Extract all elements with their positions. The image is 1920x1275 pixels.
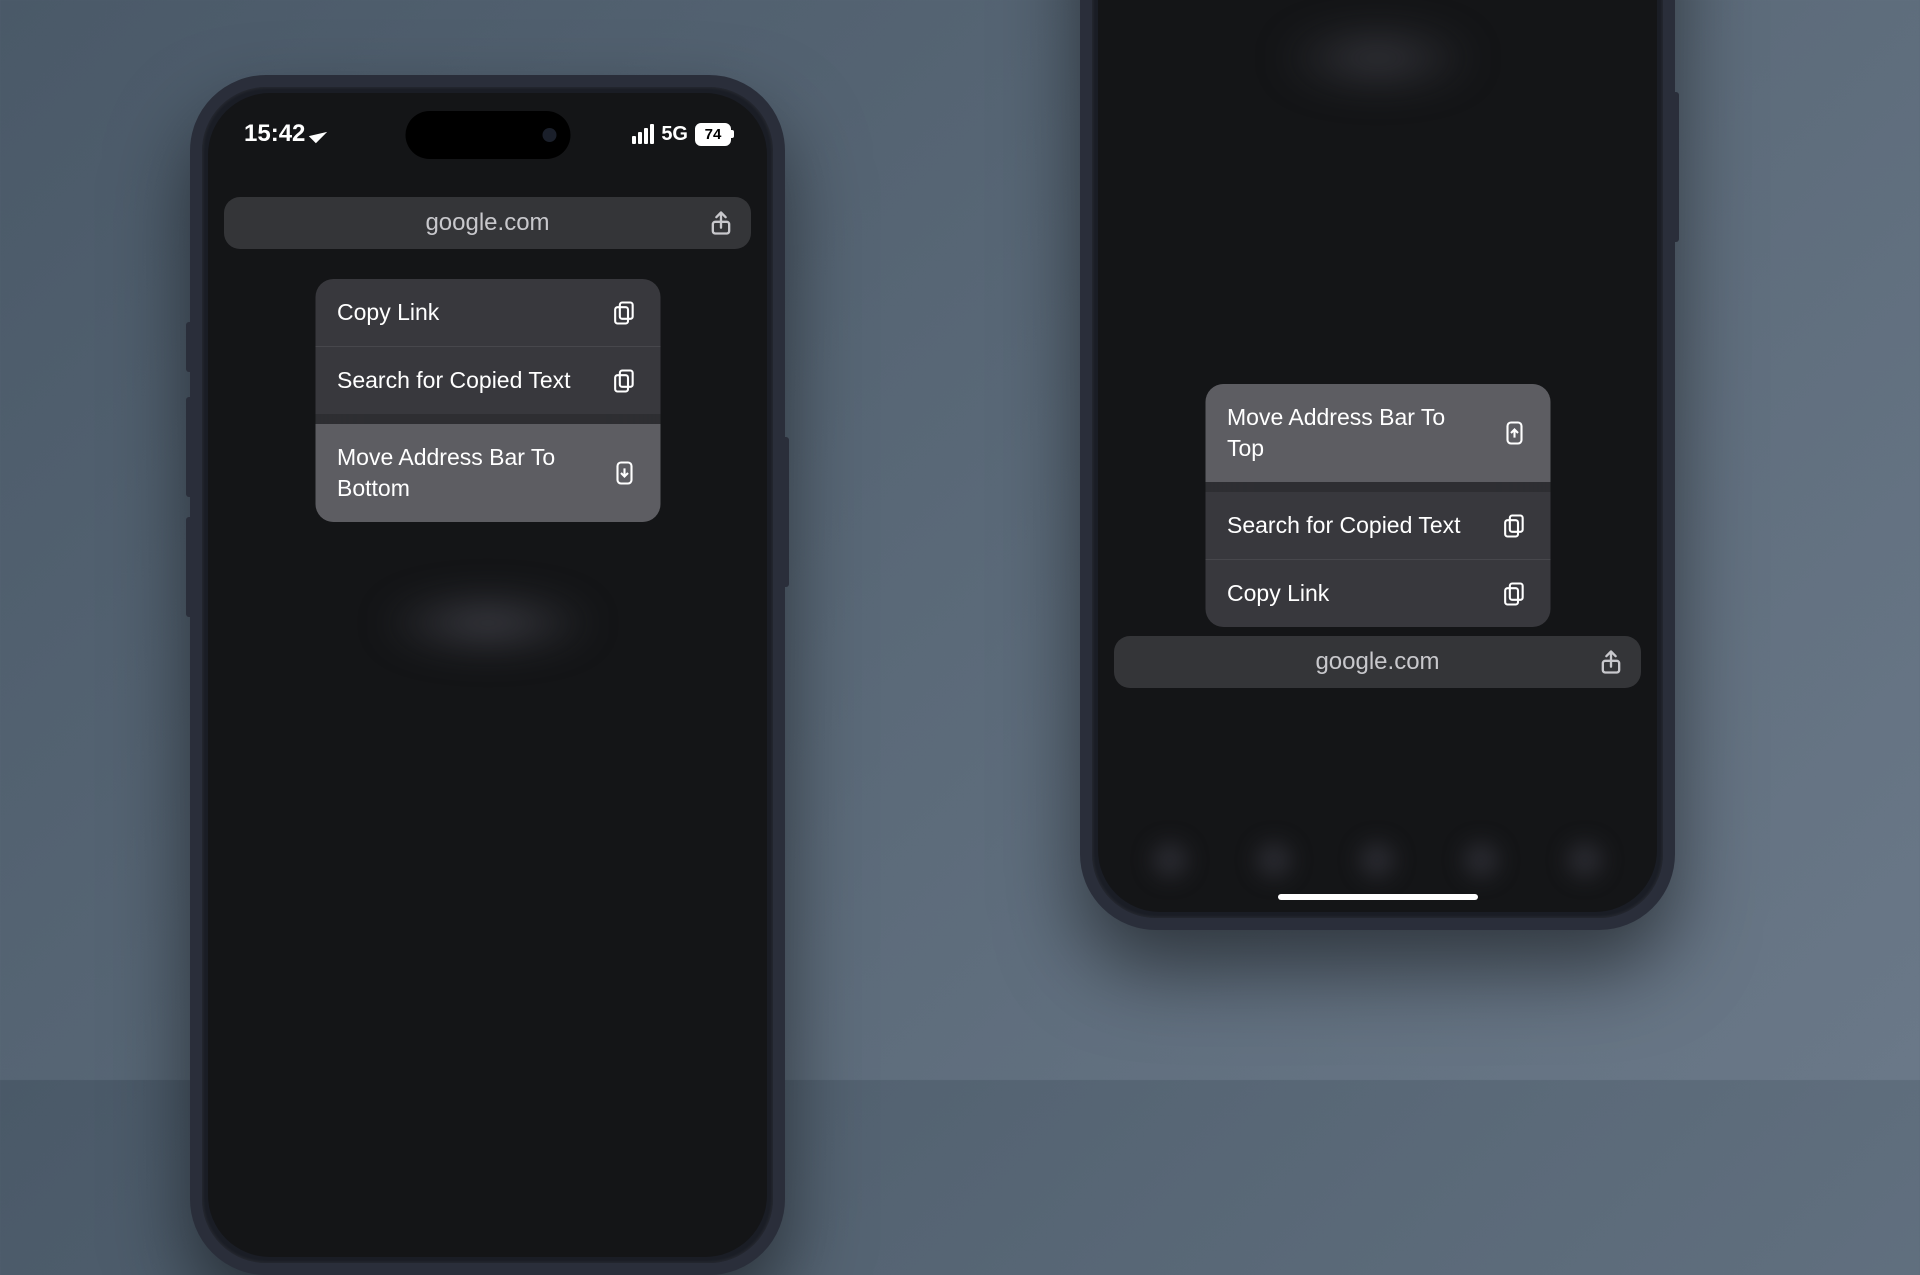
- toolbar-icon: [1256, 842, 1292, 878]
- phone-button: [186, 517, 192, 617]
- bottom-toolbar-blurred: [1118, 838, 1637, 882]
- address-url: google.com: [425, 209, 549, 237]
- phone-screen: Move Address Bar To Top Search for Copie…: [1098, 0, 1657, 912]
- copy-icon: [1500, 580, 1528, 608]
- home-indicator[interactable]: [1278, 894, 1478, 900]
- menu-group-divider: [1205, 482, 1550, 492]
- phone-button: [186, 397, 192, 497]
- copy-icon: [610, 299, 638, 327]
- clipboard-search-icon: [610, 367, 638, 395]
- menu-copy-link[interactable]: Copy Link: [315, 279, 660, 346]
- share-icon[interactable]: [707, 209, 735, 237]
- phone-button: [783, 437, 789, 587]
- context-menu: Move Address Bar To Top Search for Copie…: [1205, 384, 1550, 627]
- phone-button: [186, 322, 192, 372]
- toolbar-icon: [1359, 842, 1395, 878]
- dynamic-island: [405, 111, 570, 159]
- signal-icon: [632, 124, 654, 144]
- menu-group-divider: [315, 414, 660, 424]
- phone-mockup-left: 15:42 5G 74 google.com Copy Link: [190, 75, 785, 1275]
- menu-search-copied[interactable]: Search for Copied Text: [1205, 492, 1550, 559]
- address-url: google.com: [1315, 648, 1439, 676]
- menu-move-address-bar-top[interactable]: Move Address Bar To Top: [1205, 384, 1550, 482]
- toolbar-icon: [1463, 842, 1499, 878]
- menu-search-copied[interactable]: Search for Copied Text: [315, 347, 660, 414]
- move-up-icon: [1500, 419, 1528, 447]
- address-bar[interactable]: google.com: [1114, 636, 1641, 688]
- menu-copy-link[interactable]: Copy Link: [1205, 560, 1550, 627]
- context-menu: Copy Link Search for Copied Text Move Ad…: [315, 279, 660, 522]
- location-icon: [309, 125, 327, 143]
- menu-move-address-bar-bottom[interactable]: Move Address Bar To Bottom: [315, 424, 660, 522]
- blurred-page-content: [378, 593, 598, 653]
- blurred-page-content: [1278, 28, 1478, 88]
- network-label: 5G: [661, 123, 688, 146]
- address-bar[interactable]: google.com: [224, 197, 751, 249]
- move-down-icon: [610, 459, 638, 487]
- clipboard-search-icon: [1500, 512, 1528, 540]
- phone-screen: 15:42 5G 74 google.com Copy Link: [208, 93, 767, 1257]
- phone-mockup-right: Move Address Bar To Top Search for Copie…: [1080, 0, 1675, 930]
- phone-button: [1673, 92, 1679, 242]
- toolbar-icon: [1567, 842, 1603, 878]
- battery-icon: 74: [695, 123, 731, 146]
- status-time: 15:42: [244, 120, 305, 148]
- toolbar-icon: [1152, 842, 1188, 878]
- share-icon[interactable]: [1597, 648, 1625, 676]
